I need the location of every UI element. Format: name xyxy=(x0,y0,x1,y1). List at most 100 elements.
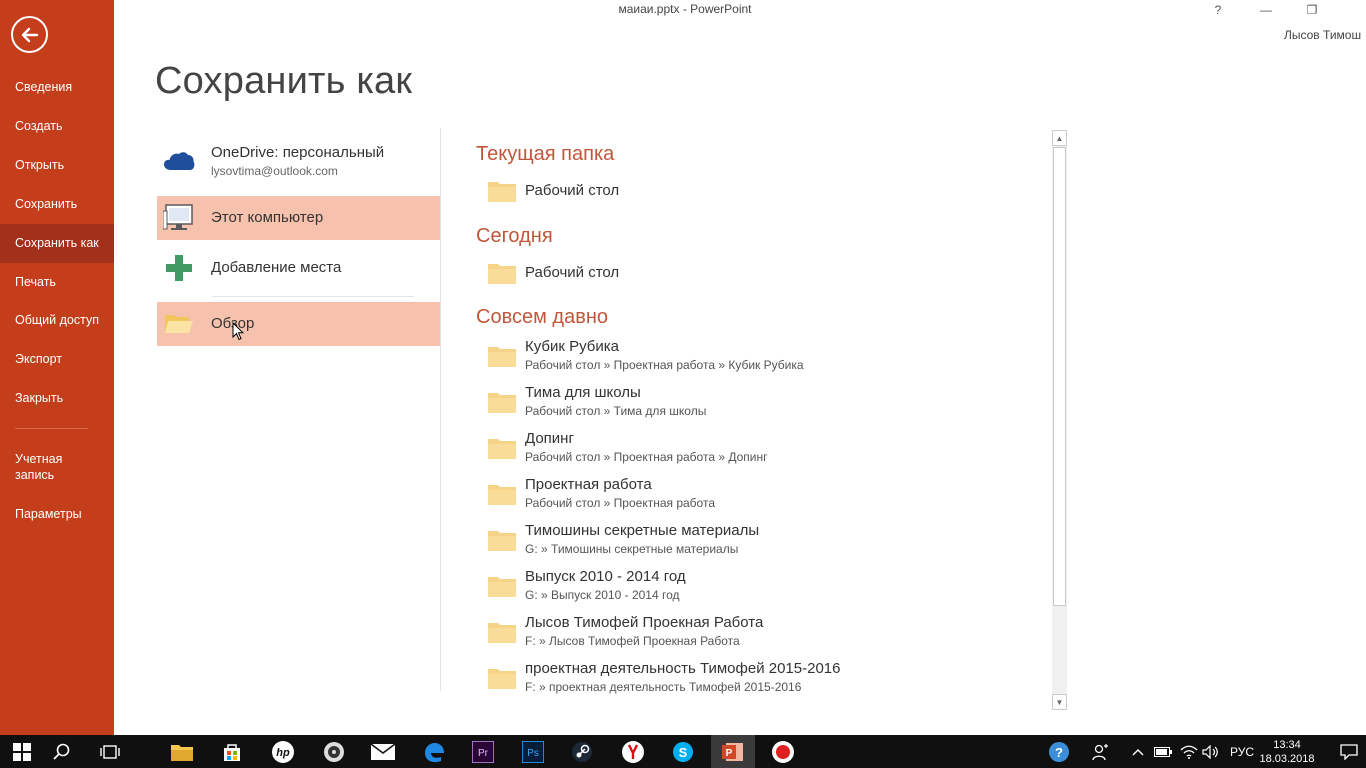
sidebar-item-print[interactable]: Печать xyxy=(0,263,114,302)
battery-icon xyxy=(1154,746,1172,757)
folder-name: Выпуск 2010 - 2014 год xyxy=(525,568,686,585)
tray-volume[interactable] xyxy=(1200,735,1222,768)
tray-overflow[interactable] xyxy=(1128,735,1148,768)
minimize-button[interactable]: — xyxy=(1243,0,1289,20)
svg-text:P: P xyxy=(726,748,733,759)
taskbar-skype[interactable]: S xyxy=(661,735,705,768)
folder-item[interactable]: Допинг Рабочий стол » Проектная работа »… xyxy=(476,430,1036,472)
folder-item[interactable]: Тимошины секретные материалы G: » Тимоши… xyxy=(476,522,1036,564)
place-this-pc[interactable]: Этот компьютер xyxy=(157,196,440,240)
page-title: Сохранить как xyxy=(155,60,413,102)
taskbar-steam[interactable] xyxy=(560,735,604,768)
clock-date: 18.03.2018 xyxy=(1259,753,1315,765)
folder-item[interactable]: Тима для школы Рабочий стол » Тима для ш… xyxy=(476,384,1036,426)
sidebar-item-save[interactable]: Сохранить xyxy=(0,185,114,224)
svg-text:?: ? xyxy=(1055,745,1063,760)
tray-battery[interactable] xyxy=(1152,735,1174,768)
place-label: OneDrive: персональный xyxy=(211,144,385,161)
notification-icon xyxy=(1340,743,1358,760)
folder-item[interactable]: Рабочий стол xyxy=(476,258,1036,288)
folder-item[interactable]: Рабочий стол xyxy=(476,176,1036,206)
mail-icon xyxy=(371,743,395,760)
taskbar-store[interactable] xyxy=(210,735,254,768)
taskbar-photoshop[interactable]: Ps xyxy=(511,735,555,768)
window-title: маиаи.pptx - PowerPoint xyxy=(618,2,752,16)
folder-icon xyxy=(488,182,516,202)
premiere-icon: Pr xyxy=(472,740,494,763)
onedrive-icon xyxy=(163,145,195,177)
taskbar-file-explorer[interactable] xyxy=(160,735,204,768)
scroll-thumb[interactable] xyxy=(1053,147,1066,606)
folder-icon xyxy=(488,439,516,459)
restore-button[interactable]: ❐ xyxy=(1289,0,1335,20)
tray-wifi[interactable] xyxy=(1178,735,1200,768)
folder-list-scrollbar[interactable]: ▲ ▼ xyxy=(1052,130,1067,710)
tray-notifications[interactable] xyxy=(1334,735,1364,768)
taskbar-powerpoint[interactable]: P xyxy=(711,735,755,768)
folder-item[interactable]: проектная деятельность Тимофей 2015-2016… xyxy=(476,660,1036,702)
sidebar-item-options[interactable]: Параметры xyxy=(0,495,114,534)
taskbar-media[interactable] xyxy=(312,735,356,768)
folder-path: F: » проектная деятельность Тимофей 2015… xyxy=(525,680,802,694)
taskbar-hp[interactable]: hp xyxy=(261,735,305,768)
mouse-cursor-icon xyxy=(232,322,244,341)
folder-path: G: » Выпуск 2010 - 2014 год xyxy=(525,588,680,602)
windows-taskbar: hp Pr Ps S P ? РУС 13:34 18.03.2018 xyxy=(0,735,1366,768)
sidebar-item-account[interactable]: Учетная запись xyxy=(0,447,80,491)
tray-help[interactable]: ? xyxy=(1046,735,1072,768)
folder-icon xyxy=(488,393,516,413)
store-icon xyxy=(224,743,240,761)
search-icon xyxy=(53,743,70,760)
folder-item[interactable]: Лысов Тимофей Проекная Работа F: » Лысов… xyxy=(476,614,1036,656)
tray-clock[interactable]: 13:34 18.03.2018 xyxy=(1252,738,1322,766)
search-button[interactable] xyxy=(40,735,84,768)
place-onedrive[interactable]: OneDrive: персональный lysovtima@outlook… xyxy=(157,133,440,189)
chevron-up-icon xyxy=(1132,748,1144,755)
scroll-up-button[interactable]: ▲ xyxy=(1052,130,1067,146)
folder-item[interactable]: Проектная работа Рабочий стол » Проектна… xyxy=(476,476,1036,518)
svg-text:Pr: Pr xyxy=(478,748,489,759)
folder-path: Рабочий стол » Тима для школы xyxy=(525,404,707,418)
folder-name: Проектная работа xyxy=(525,476,652,493)
sidebar-item-open[interactable]: Открыть xyxy=(0,146,114,185)
folder-path: Рабочий стол » Проектная работа xyxy=(525,496,715,510)
taskbar-yandex[interactable] xyxy=(611,735,655,768)
folder-icon xyxy=(488,347,516,367)
sidebar-item-save-as[interactable]: Сохранить как xyxy=(0,224,114,263)
task-view-button[interactable] xyxy=(88,735,132,768)
taskbar-premiere[interactable]: Pr xyxy=(461,735,505,768)
place-sublabel: lysovtima@outlook.com xyxy=(211,164,338,178)
folder-item[interactable]: Кубик Рубика Рабочий стол » Проектная ра… xyxy=(476,338,1036,380)
folder-name: Рабочий стол xyxy=(525,264,620,281)
taskbar-edge[interactable] xyxy=(412,735,456,768)
folder-path: G: » Тимошины секретные материалы xyxy=(525,542,739,556)
tray-people[interactable] xyxy=(1088,735,1114,768)
folder-path: F: » Лысов Тимофей Проекная Работа xyxy=(525,634,740,648)
skype-icon: S xyxy=(673,741,693,762)
place-add-location[interactable]: Добавление места xyxy=(157,246,440,290)
folder-name: Лысов Тимофей Проекная Работа xyxy=(525,614,764,631)
sidebar-item-export[interactable]: Экспорт xyxy=(0,340,114,379)
folder-name: Кубик Рубика xyxy=(525,338,619,355)
folder-item[interactable]: Выпуск 2010 - 2014 год G: » Выпуск 2010 … xyxy=(476,568,1036,610)
scroll-down-button[interactable]: ▼ xyxy=(1052,694,1067,710)
wifi-icon xyxy=(1180,745,1198,759)
sidebar-item-share[interactable]: Общий доступ xyxy=(0,301,114,340)
place-browse[interactable]: Обзор xyxy=(157,302,440,346)
sidebar-item-new[interactable]: Создать xyxy=(0,107,114,146)
place-label: Добавление места xyxy=(211,259,342,276)
photoshop-icon: Ps xyxy=(522,740,544,763)
account-name[interactable]: Лысов Тимош xyxy=(1284,28,1366,42)
people-icon xyxy=(1092,743,1108,760)
help-button[interactable]: ? xyxy=(1195,0,1241,20)
back-button[interactable] xyxy=(11,16,48,53)
folder-path: Рабочий стол » Проектная работа » Кубик … xyxy=(525,358,804,372)
folder-name: Рабочий стол xyxy=(525,182,620,199)
folder-icon xyxy=(488,531,516,551)
svg-text:S: S xyxy=(679,745,688,760)
taskbar-mail[interactable] xyxy=(361,735,405,768)
sidebar-item-info[interactable]: Сведения xyxy=(0,68,114,107)
sidebar-item-close[interactable]: Закрыть xyxy=(0,379,114,418)
taskbar-recorder[interactable] xyxy=(761,735,805,768)
start-button[interactable] xyxy=(0,735,44,768)
